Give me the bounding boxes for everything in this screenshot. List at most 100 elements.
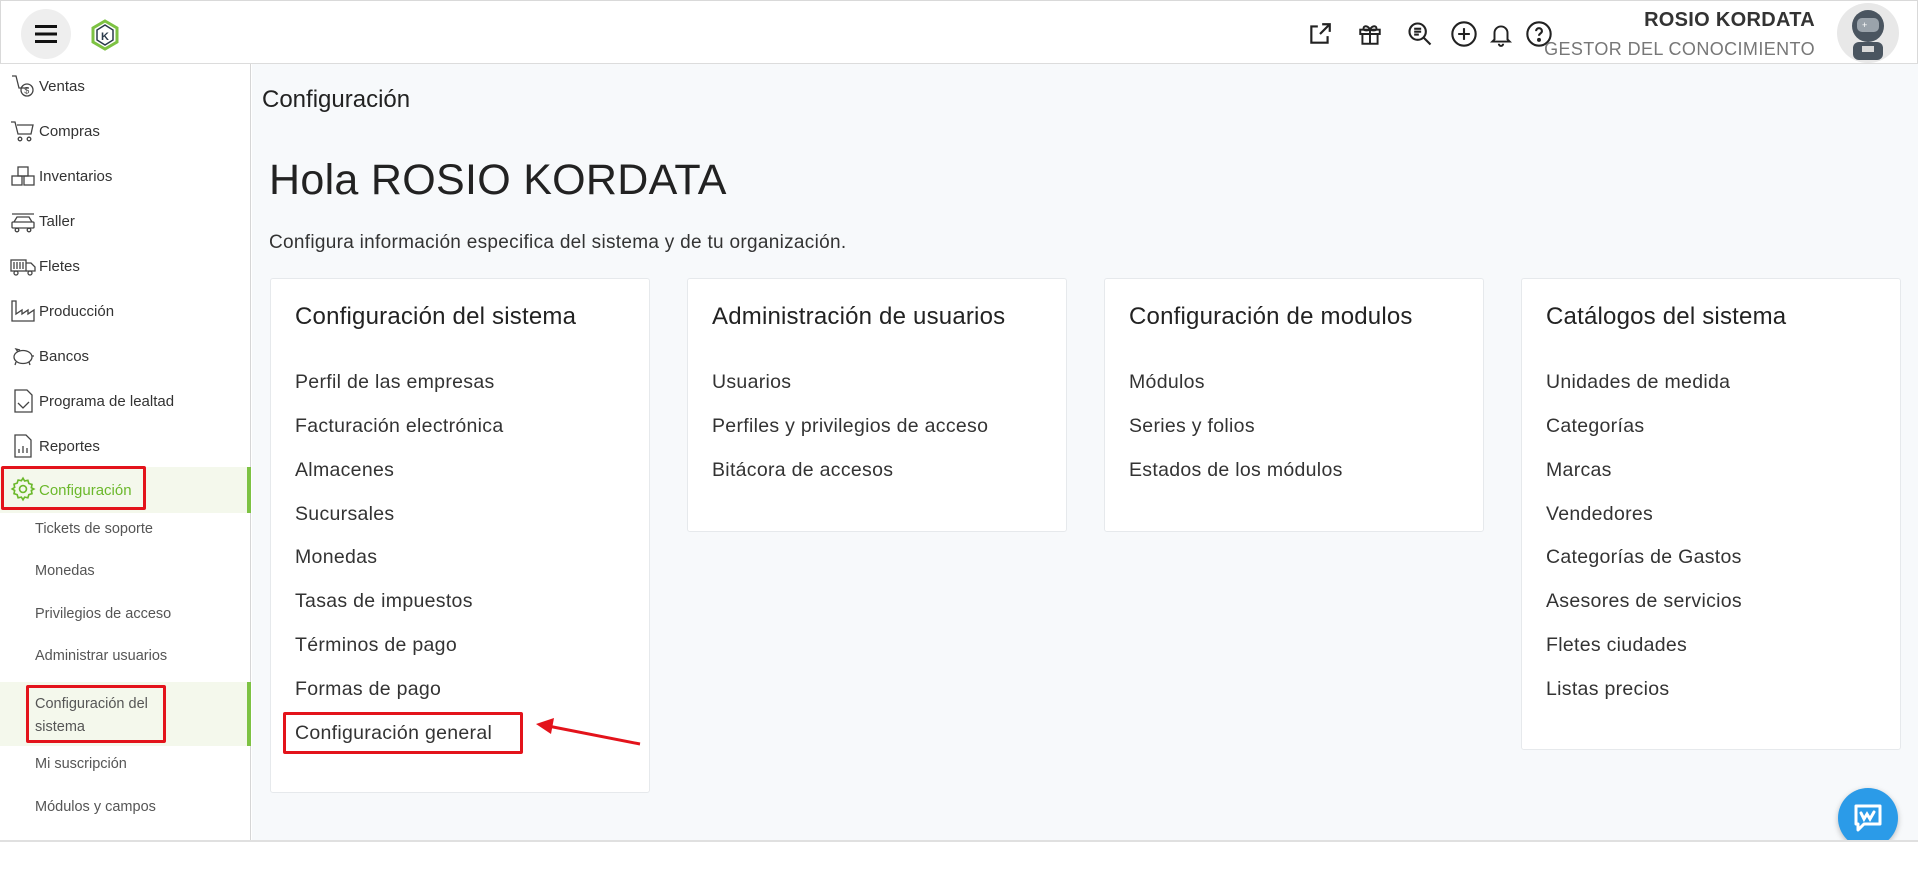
card-link[interactable]: Perfil de las empresas xyxy=(295,371,495,394)
sidebar-subitem-privilegios-de-acceso[interactable]: Privilegios de acceso xyxy=(0,606,251,636)
sidebar-subitem-administrar-usuarios[interactable]: Administrar usuarios xyxy=(0,648,251,678)
loyalty-icon xyxy=(9,387,37,415)
sidebar-item-label: Compras xyxy=(39,122,100,140)
card-link[interactable]: Monedas xyxy=(295,546,377,569)
sidebar-item-label: Taller xyxy=(39,212,75,230)
sidebar-item-label: Programa de lealtad xyxy=(39,392,175,410)
sidebar-item-label: Bancos xyxy=(39,347,90,365)
card-link[interactable]: Categorías de Gastos xyxy=(1546,546,1742,569)
sidebar-subitem-label: Módulos y campos xyxy=(35,799,156,815)
page-title: Configuración xyxy=(262,86,411,113)
external-link-button[interactable] xyxy=(1303,17,1337,51)
card-link[interactable]: Almacenes xyxy=(295,459,394,482)
greeting-heading: Hola ROSIO KORDATA xyxy=(269,156,727,204)
card-title: Configuración de modulos xyxy=(1129,303,1413,330)
astronaut-avatar-icon: + xyxy=(1852,10,1884,60)
svg-text:$: $ xyxy=(24,86,29,96)
card-configuracion-de-modulos: Configuración de modulos Módulos Series … xyxy=(1104,278,1484,532)
sidebar-subitem-label: Monedas xyxy=(35,563,95,579)
card-link[interactable]: Términos de pago xyxy=(295,634,457,657)
sidebar: $ Ventas Compras Inventarios Taller Flet… xyxy=(0,64,251,840)
bottom-bar xyxy=(0,840,1918,872)
sidebar-item-compras[interactable]: Compras xyxy=(0,109,251,153)
truck-icon xyxy=(9,252,37,280)
search-zoom-button[interactable] xyxy=(1403,17,1437,51)
annotation-highlight-configuracion-general xyxy=(283,712,523,754)
car-icon xyxy=(9,207,37,235)
card-link[interactable]: Perfiles y privilegios de acceso xyxy=(712,415,988,438)
card-link[interactable]: Módulos xyxy=(1129,371,1205,394)
chat-support-button[interactable] xyxy=(1838,788,1898,848)
gift-icon xyxy=(1359,25,1381,45)
sidebar-item-bancos[interactable]: Bancos xyxy=(0,334,251,378)
sidebar-subitem-tickets-de-soporte[interactable]: Tickets de soporte xyxy=(0,521,251,551)
card-link[interactable]: Formas de pago xyxy=(295,678,441,701)
sales-icon: $ xyxy=(9,72,37,100)
plus-circle-icon xyxy=(1451,21,1477,47)
sidebar-subitem-monedas[interactable]: Monedas xyxy=(0,563,251,593)
sidebar-item-label: Reportes xyxy=(39,437,100,455)
sidebar-subitem-label: Administrar usuarios xyxy=(35,648,168,664)
sidebar-item-reportes[interactable]: Reportes xyxy=(0,424,251,468)
sidebar-subitem-label: Mi suscripción xyxy=(35,756,127,772)
card-link[interactable]: Bitácora de accesos xyxy=(712,459,893,482)
sidebar-item-programa-de-lealtad[interactable]: Programa de lealtad xyxy=(0,379,251,423)
card-link[interactable]: Vendedores xyxy=(1546,503,1653,526)
card-link[interactable]: Usuarios xyxy=(712,371,791,394)
piggy-bank-icon xyxy=(9,342,37,370)
sidebar-subitem-label: Tickets de soporte xyxy=(35,521,153,537)
sidebar-item-label: Producción xyxy=(39,302,115,320)
sidebar-subitem-mi-suscripcion[interactable]: Mi suscripción xyxy=(0,756,251,786)
card-link[interactable]: Facturación electrónica xyxy=(295,415,504,438)
factory-icon xyxy=(9,297,37,325)
annotation-arrow xyxy=(536,718,641,746)
card-title: Configuración del sistema xyxy=(295,303,577,330)
notifications-button[interactable] xyxy=(1484,17,1518,51)
sidebar-subitem-label: Privilegios de acceso xyxy=(35,606,172,622)
app-logo[interactable]: K xyxy=(90,19,120,51)
sidebar-item-label: Inventarios xyxy=(39,167,113,185)
hamburger-icon xyxy=(35,25,57,43)
annotation-highlight-configuracion xyxy=(1,466,146,510)
avatar[interactable]: + xyxy=(1837,3,1899,63)
gift-button[interactable] xyxy=(1353,17,1387,51)
menu-toggle-button[interactable] xyxy=(21,9,71,59)
card-title: Catálogos del sistema xyxy=(1546,303,1787,330)
svg-text:+: + xyxy=(1862,20,1867,30)
sidebar-item-inventarios[interactable]: Inventarios xyxy=(0,154,251,198)
main-content: Configuración Hola ROSIO KORDATA Configu… xyxy=(252,64,1918,840)
logo-icon: K xyxy=(91,19,119,51)
annotation-highlight-configuracion-del-sistema xyxy=(26,685,166,743)
card-catalogos-del-sistema: Catálogos del sistema Unidades de medida… xyxy=(1521,278,1901,750)
card-title: Administración de usuarios xyxy=(712,303,1006,330)
cart-icon xyxy=(9,117,37,145)
card-link[interactable]: Fletes ciudades xyxy=(1546,634,1687,657)
bell-icon xyxy=(1489,25,1513,47)
card-administracion-de-usuarios: Administración de usuarios Usuarios Perf… xyxy=(687,278,1067,532)
card-link[interactable]: Asesores de servicios xyxy=(1546,590,1742,613)
sidebar-item-taller[interactable]: Taller xyxy=(0,199,251,243)
card-link[interactable]: Sucursales xyxy=(295,503,394,526)
sidebar-item-fletes[interactable]: Fletes xyxy=(0,244,251,288)
sidebar-item-produccion[interactable]: Producción xyxy=(0,289,251,333)
card-link[interactable]: Estados de los módulos xyxy=(1129,459,1343,482)
card-link[interactable]: Unidades de medida xyxy=(1546,371,1730,394)
sidebar-item-ventas[interactable]: $ Ventas xyxy=(0,64,251,108)
chat-icon xyxy=(1854,804,1882,832)
sidebar-item-label: Fletes xyxy=(39,257,80,275)
external-link-icon xyxy=(1310,23,1331,44)
card-link[interactable]: Tasas de impuestos xyxy=(295,590,473,613)
card-link[interactable]: Categorías xyxy=(1546,415,1644,438)
add-button[interactable] xyxy=(1447,17,1481,51)
card-link[interactable]: Listas precios xyxy=(1546,678,1669,701)
user-name: ROSIO KORDATA xyxy=(1644,9,1815,31)
sidebar-item-label: Ventas xyxy=(39,77,85,95)
report-icon xyxy=(9,432,37,460)
svg-text:K: K xyxy=(101,31,109,43)
card-link[interactable]: Series y folios xyxy=(1129,415,1255,438)
sidebar-subitem-modulos-y-campos[interactable]: Módulos y campos xyxy=(0,799,251,829)
boxes-icon xyxy=(9,162,37,190)
card-link[interactable]: Marcas xyxy=(1546,459,1612,482)
user-role: GESTOR DEL CONOCIMIENTO xyxy=(1544,39,1815,59)
page-description: Configura información especifica del sis… xyxy=(269,232,847,253)
